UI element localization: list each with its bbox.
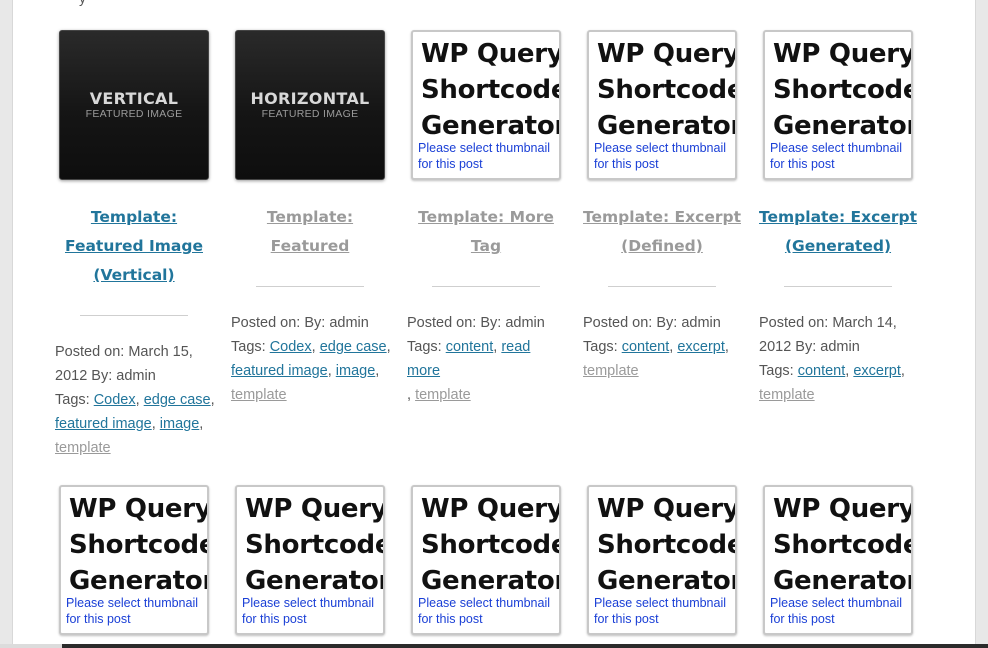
- placeholder-title: WP Query Shortcode Generator: [421, 39, 561, 141]
- post-title-link[interactable]: Template: Featured Image (Vertical): [54, 203, 214, 290]
- tag-link[interactable]: template: [415, 387, 471, 403]
- tag-link[interactable]: template: [583, 363, 639, 379]
- tag-link[interactable]: excerpt: [677, 339, 725, 355]
- tag-link[interactable]: content: [798, 363, 846, 379]
- placeholder-title: WP Query Shortcode Generator: [773, 494, 913, 596]
- placeholder-title: WP Query Shortcode Generator: [69, 494, 209, 596]
- placeholder-title: WP Query Shortcode Generator: [421, 494, 561, 596]
- post-meta: Posted on: March 14, 2012 By: admin Tags…: [759, 315, 905, 403]
- tag-link[interactable]: edge case: [320, 339, 387, 355]
- post-thumbnail-placeholder[interactable]: WP Query Shortcode Generator Please select…: [763, 485, 913, 635]
- tag-link[interactable]: template: [759, 387, 815, 403]
- post-thumbnail-placeholder[interactable]: WP Query Shortcode Generator Please select…: [411, 485, 561, 635]
- content-area: y VERTICAL FEATURED IMAGE HORIZONTAL FEA…: [12, 0, 976, 648]
- post-thumbnail-placeholder[interactable]: WP Query Shortcode Generator Please select…: [763, 30, 913, 180]
- placeholder-note: Please select thumbnail for this post: [594, 596, 727, 626]
- tag-link[interactable]: image: [160, 416, 200, 432]
- post-meta: Posted on: By: admin Tags: content, read…: [407, 315, 545, 403]
- placeholder-note: Please select thumbnail for this post: [418, 596, 551, 626]
- placeholder-title: WP Query Shortcode Generator: [597, 494, 737, 596]
- tag-link[interactable]: image: [336, 363, 376, 379]
- post-title-link[interactable]: Template: Excerpt (Defined): [582, 203, 742, 261]
- partial-heading: y: [79, 0, 129, 6]
- divider: [256, 286, 364, 287]
- post-title-link[interactable]: Template: Featured: [230, 203, 390, 261]
- post-thumbnail-placeholder[interactable]: WP Query Shortcode Generator Please select…: [411, 30, 561, 180]
- post-thumbnail-placeholder[interactable]: WP Query Shortcode Generator Please select…: [587, 30, 737, 180]
- post-title-link[interactable]: Template: More Tag: [406, 203, 566, 261]
- placeholder-note: Please select thumbnail for this post: [770, 141, 903, 171]
- tag-link[interactable]: content: [446, 339, 494, 355]
- divider: [80, 315, 188, 316]
- divider: [784, 286, 892, 287]
- placeholder-note: Please select thumbnail for this post: [242, 596, 375, 626]
- placeholder-title: WP Query Shortcode Generator: [245, 494, 385, 596]
- taskbar-edge: [0, 644, 988, 648]
- tag-link[interactable]: template: [55, 440, 111, 456]
- post-thumbnail-horizontal[interactable]: HORIZONTAL FEATURED IMAGE: [235, 30, 385, 180]
- tag-link[interactable]: excerpt: [853, 363, 901, 379]
- placeholder-note: Please select thumbnail for this post: [418, 141, 551, 171]
- post-thumbnail-placeholder[interactable]: WP Query Shortcode Generator Please select…: [235, 485, 385, 635]
- placeholder-note: Please select thumbnail for this post: [770, 596, 903, 626]
- post-meta: Posted on: March 15, 2012 By: admin Tags…: [55, 344, 215, 456]
- post-thumbnail-placeholder[interactable]: WP Query Shortcode Generator Please select…: [59, 485, 209, 635]
- placeholder-note: Please select thumbnail for this post: [66, 596, 199, 626]
- post-meta: Posted on: By: admin Tags: content, exce…: [583, 315, 729, 379]
- post-thumbnail-vertical[interactable]: VERTICAL FEATURED IMAGE: [59, 30, 209, 180]
- thumbnail-big-text: VERTICAL: [89, 89, 179, 108]
- tag-link[interactable]: Codex: [94, 392, 136, 408]
- taskbar-tab[interactable]: [0, 644, 62, 648]
- tag-link[interactable]: featured image: [55, 416, 152, 432]
- post-meta: Posted on: By: admin Tags: Codex, edge c…: [231, 315, 391, 403]
- thumbnail-small-text: FEATURED IMAGE: [261, 108, 359, 120]
- tag-link[interactable]: template: [231, 387, 287, 403]
- tag-link[interactable]: Codex: [270, 339, 312, 355]
- placeholder-note: Please select thumbnail for this post: [594, 141, 727, 171]
- post-thumbnail-placeholder[interactable]: WP Query Shortcode Generator Please select…: [587, 485, 737, 635]
- thumbnail-big-text: HORIZONTAL: [250, 89, 370, 108]
- placeholder-title: WP Query Shortcode Generator: [597, 39, 737, 141]
- tag-link[interactable]: edge case: [144, 392, 211, 408]
- divider: [432, 286, 540, 287]
- post-title-link[interactable]: Template: Excerpt (Generated): [758, 203, 918, 261]
- divider: [608, 286, 716, 287]
- tag-link[interactable]: featured image: [231, 363, 328, 379]
- placeholder-title: WP Query Shortcode Generator: [773, 39, 913, 141]
- thumbnail-small-text: FEATURED IMAGE: [85, 108, 183, 120]
- tag-link[interactable]: content: [622, 339, 670, 355]
